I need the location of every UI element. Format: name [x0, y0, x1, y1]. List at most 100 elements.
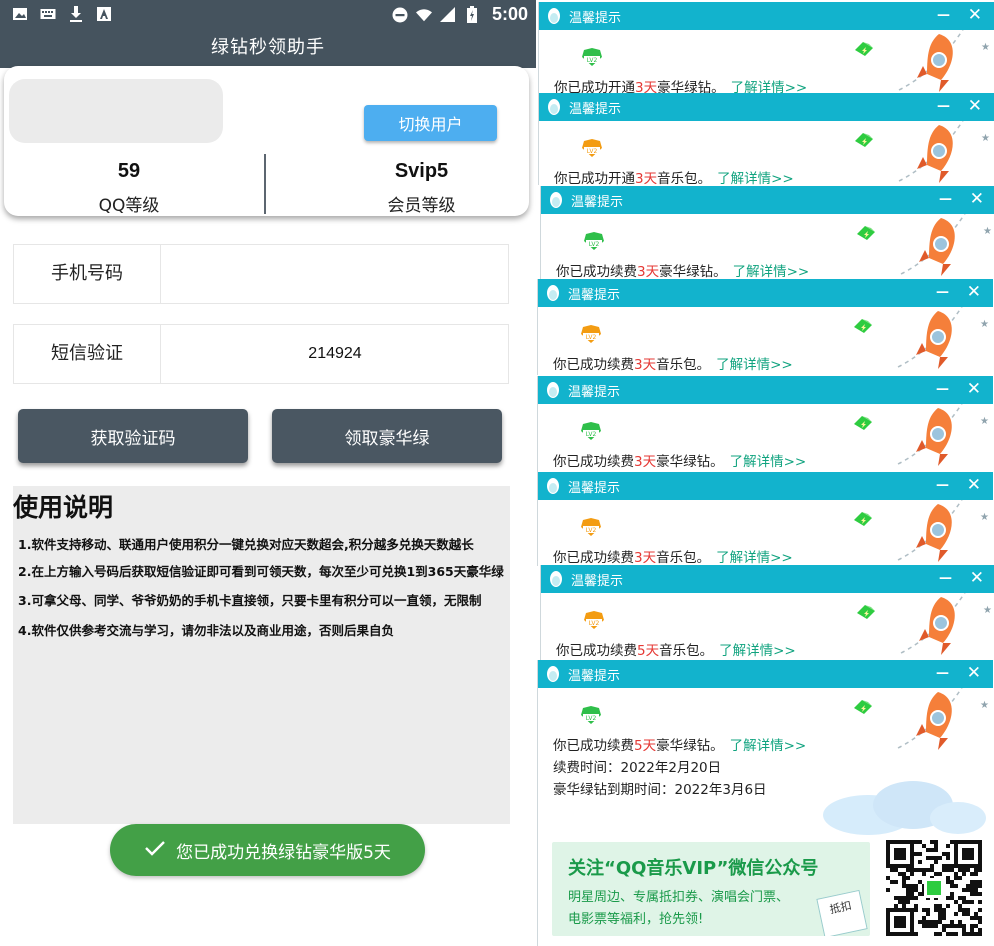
- details-link[interactable]: 了解详情>>: [730, 738, 807, 754]
- message-days: 3天: [637, 264, 660, 279]
- details-link[interactable]: 了解详情>>: [719, 643, 796, 659]
- coupon-tag: 抵扣: [816, 889, 868, 936]
- svg-text:★: ★: [981, 42, 990, 53]
- close-button[interactable]: ✕: [970, 189, 984, 209]
- app-title: 绿钻秒领助手: [211, 37, 325, 58]
- phone-input[interactable]: [162, 245, 508, 303]
- get-code-button[interactable]: 获取验证码: [18, 409, 248, 463]
- minimize-button[interactable]: —: [936, 478, 949, 493]
- rocket-decoration: ★: [849, 19, 994, 94]
- svg-text:LV2: LV2: [587, 57, 598, 64]
- close-button[interactable]: ✕: [967, 475, 981, 495]
- popup-message: 你已成功续费5天豪华绿钻。 了解详情>>: [553, 734, 806, 754]
- message-suffix: 音乐包。: [659, 643, 714, 659]
- popup-title: 温馨提示: [568, 288, 621, 303]
- svg-text:LV2: LV2: [587, 148, 598, 155]
- close-button[interactable]: ✕: [967, 379, 981, 399]
- sms-code-input[interactable]: [162, 325, 508, 383]
- message-suffix: 豪华绿钻。: [659, 264, 727, 279]
- svg-text:★: ★: [980, 700, 989, 711]
- user-card: 切换用户 59 QQ等级 Svip5 会员等级: [4, 66, 529, 216]
- message-suffix: 豪华绿钻。: [656, 454, 724, 470]
- popup-title-bar: 温馨提示 — ✕: [541, 186, 994, 214]
- popup-message: 你已成功续费3天豪华绿钻。 了解详情>>: [556, 260, 809, 279]
- switch-user-button[interactable]: 切换用户: [364, 105, 497, 141]
- check-icon: [144, 840, 166, 861]
- minimize-button[interactable]: —: [937, 8, 950, 23]
- minimize-button[interactable]: —: [936, 382, 949, 397]
- details-link[interactable]: 了解详情>>: [717, 171, 794, 185]
- qq-level-stat: 59 QQ等级: [4, 160, 254, 216]
- message-days: 3天: [635, 171, 658, 185]
- popup-message: 你已成功续费3天音乐包。 了解详情>>: [553, 546, 793, 566]
- sms-row: 短信验证: [13, 324, 509, 384]
- details-link[interactable]: 了解详情>>: [716, 550, 793, 566]
- popup-title-bar: 温馨提示 — ✕: [539, 93, 994, 121]
- status-bar: 5:00: [0, 0, 536, 30]
- popup-title: 温馨提示: [569, 11, 622, 26]
- popup-title: 温馨提示: [568, 385, 621, 400]
- message-suffix: 豪华绿钻。: [657, 80, 725, 94]
- expire-time: 豪华绿钻到期时间：2022年3月6日: [553, 782, 767, 798]
- lv2-badge-icon: LV2: [580, 706, 602, 728]
- keyboard-icon: [40, 6, 56, 22]
- renew-time: 续费时间：2022年2月20日: [553, 760, 722, 776]
- vip-level-label: 会员等级: [387, 196, 456, 216]
- minimize-button[interactable]: —: [936, 666, 949, 681]
- download-icon: [68, 6, 84, 22]
- signal-icon: [440, 7, 456, 23]
- promo-banner[interactable]: 关注“QQ音乐VIP”微信公众号 明星周边、专属抵扣券、演唱会门票、 电影票等福利，…: [552, 842, 870, 936]
- claim-button[interactable]: 领取豪华绿: [272, 409, 502, 463]
- rocket-decoration: ★: [849, 110, 994, 185]
- popup-title-bar: 温馨提示 — ✕: [538, 279, 993, 307]
- close-button[interactable]: ✕: [968, 96, 982, 116]
- success-toast: 您已成功兑换绿钻豪华版5天: [110, 824, 425, 876]
- close-button[interactable]: ✕: [968, 5, 982, 25]
- lv2-badge-icon: LV2: [583, 611, 605, 633]
- details-link[interactable]: 了解详情>>: [731, 80, 808, 94]
- message-suffix: 音乐包。: [657, 171, 712, 185]
- qq-penguin-icon: [546, 665, 560, 687]
- stat-divider: [264, 154, 266, 214]
- vip-level-stat: Svip5 会员等级: [294, 160, 536, 216]
- toast-text: 您已成功兑换绿钻豪华版5天: [176, 842, 391, 863]
- minimize-button[interactable]: —: [937, 99, 950, 114]
- usage-item: 1.软件支持移动、联通用户使用积分一键兑换对应天数超会,积分越多兑换天数越长: [18, 537, 474, 552]
- details-link[interactable]: 了解详情>>: [733, 264, 810, 279]
- message-days: 3天: [634, 550, 657, 566]
- details-link[interactable]: 了解详情>>: [716, 357, 793, 373]
- close-button[interactable]: ✕: [967, 282, 981, 302]
- rocket-decoration: ★: [848, 489, 993, 566]
- message-prefix: 你已成功续费: [556, 264, 637, 279]
- qq-penguin-icon: [549, 570, 563, 592]
- close-button[interactable]: ✕: [970, 568, 984, 588]
- close-button[interactable]: ✕: [967, 663, 981, 683]
- rocket-decoration: ★: [848, 393, 993, 472]
- minimize-button[interactable]: —: [936, 285, 949, 300]
- svg-text:LV2: LV2: [586, 431, 597, 438]
- svg-text:★: ★: [983, 226, 992, 237]
- message-prefix: 你已成功续费: [553, 550, 634, 566]
- details-link[interactable]: 了解详情>>: [730, 454, 807, 470]
- message-prefix: 你已成功续费: [556, 643, 637, 659]
- notification-popup: 温馨提示 — ✕ LV2 你已成功开通3天豪华绿钻。 了解详情>> ★: [538, 2, 994, 94]
- notification-popup: 温馨提示 — ✕ LV2 你已成功续费3天豪华绿钻。 了解详情>> ★: [540, 186, 994, 279]
- message-prefix: 你已成功开通: [554, 171, 635, 185]
- popup-title: 温馨提示: [568, 669, 621, 684]
- message-days: 3天: [634, 357, 657, 373]
- minimize-button[interactable]: —: [939, 571, 952, 586]
- user-info-placeholder: [9, 79, 223, 143]
- usage-item: 4.软件仅供参考交流与学习，请勿非法以及商业用途，否则后果自负: [18, 623, 394, 638]
- notification-popup: 温馨提示 — ✕ LV2 你已成功续费3天豪华绿钻。 了解详情>> ★: [537, 376, 993, 472]
- banner-line: 明星周边、专属抵扣券、演唱会门票、: [568, 890, 790, 905]
- svg-text:LV2: LV2: [586, 334, 597, 341]
- phone-label: 手机号码: [14, 245, 161, 303]
- minimize-button[interactable]: —: [939, 192, 952, 207]
- notification-popup: 温馨提示 — ✕ LV2 你已成功续费3天音乐包。 了解详情>> ★: [537, 472, 993, 566]
- svg-text:LV2: LV2: [589, 241, 600, 248]
- popup-message: 你已成功续费3天豪华绿钻。 了解详情>>: [553, 450, 806, 470]
- popup-title-bar: 温馨提示 — ✕: [541, 565, 994, 593]
- usage-panel: 使用说明 1.软件支持移动、联通用户使用积分一键兑换对应天数超会,积分越多兑换天…: [13, 486, 510, 824]
- popup-title: 温馨提示: [568, 481, 621, 496]
- popup-title-bar: 温馨提示 — ✕: [538, 376, 993, 404]
